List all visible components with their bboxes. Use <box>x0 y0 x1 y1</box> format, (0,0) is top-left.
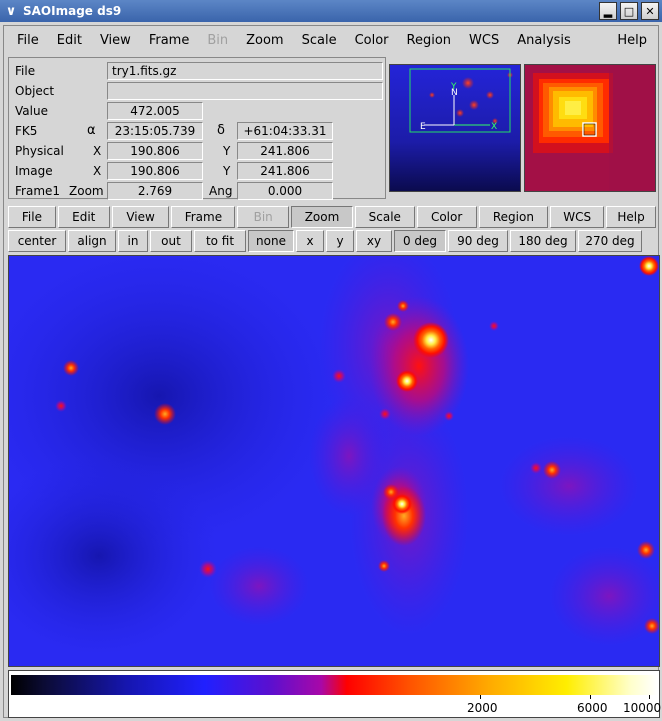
window-frame: File Edit View Frame Bin Zoom Scale Colo… <box>0 22 662 721</box>
magnifier <box>524 64 656 192</box>
rotate-270-button[interactable]: 270 deg <box>578 230 642 252</box>
object-value <box>107 82 383 100</box>
window-title: SAOImage ds9 <box>23 4 122 18</box>
menu-frame[interactable]: Frame <box>140 30 199 52</box>
btn-zoom[interactable]: Zoom <box>291 206 353 228</box>
image-y-value: 241.806 <box>237 162 333 180</box>
object-label: Object <box>15 84 55 98</box>
zoom-value: 2.769 <box>107 182 203 200</box>
maximize-icon[interactable]: □ <box>620 2 638 20</box>
menu-bar: File Edit View Frame Bin Zoom Scale Colo… <box>8 29 656 53</box>
magnifier-image <box>525 65 655 191</box>
colorbar-label-6000: 6000 <box>577 701 608 715</box>
colorbar-tick <box>480 695 481 699</box>
file-label: File <box>15 64 36 78</box>
zoom-center-button[interactable]: center <box>8 230 66 252</box>
window-menu-icon[interactable]: ∨ <box>2 2 20 20</box>
menu-help[interactable]: Help <box>608 30 656 52</box>
angle-label: Ang <box>209 184 233 198</box>
physical-y-value: 241.806 <box>237 142 333 160</box>
image-canvas[interactable] <box>8 255 660 667</box>
pixel-value: 472.005 <box>107 102 203 120</box>
panner-y-label: Y <box>450 82 457 92</box>
value-label: Value <box>15 104 48 118</box>
angle-value: 0.000 <box>237 182 333 200</box>
zoom-align-button[interactable]: align <box>68 230 116 252</box>
menu-region[interactable]: Region <box>398 30 461 52</box>
physical-x-label: X <box>93 144 102 158</box>
frame-label: Frame1 <box>15 184 61 198</box>
orient-y-button[interactable]: y <box>326 230 354 252</box>
alpha-symbol: α <box>87 123 96 138</box>
rotate-0-button[interactable]: 0 deg <box>394 230 446 252</box>
btn-wcs[interactable]: WCS <box>550 206 605 228</box>
zoom-label: Zoom <box>69 184 104 198</box>
menu-analysis[interactable]: Analysis <box>508 30 580 52</box>
menu-zoom[interactable]: Zoom <box>237 30 292 52</box>
menu-color[interactable]: Color <box>346 30 398 52</box>
menu-wcs[interactable]: WCS <box>460 30 508 52</box>
zoom-out-button[interactable]: out <box>150 230 192 252</box>
image-label: Image <box>15 164 53 178</box>
physical-label: Physical <box>15 144 64 158</box>
btn-bin[interactable]: Bin <box>237 206 290 228</box>
rotate-180-button[interactable]: 180 deg <box>510 230 576 252</box>
zoom-button-bar: center align in out to fit none x y xy 0… <box>8 230 658 254</box>
orient-xy-button[interactable]: xy <box>356 230 392 252</box>
colorbar[interactable]: 2000 6000 10000 <box>8 670 662 718</box>
btn-view[interactable]: View <box>111 206 170 228</box>
panner-east-label: E <box>420 122 426 132</box>
btn-frame[interactable]: Frame <box>171 206 236 228</box>
dec-value: +61:04:33.31 <box>237 122 333 140</box>
panner[interactable]: E N Y X <box>389 64 521 192</box>
window-content: File Edit View Frame Bin Zoom Scale Colo… <box>3 25 662 718</box>
zoom-in-button[interactable]: in <box>118 230 148 252</box>
menu-view[interactable]: View <box>91 30 140 52</box>
colorbar-label-10000: 10000 <box>623 701 662 715</box>
btn-edit[interactable]: Edit <box>57 206 110 228</box>
image-y-label: Y <box>223 164 231 178</box>
close-icon[interactable]: ✕ <box>641 2 659 20</box>
orient-none-button[interactable]: none <box>248 230 294 252</box>
minimize-icon[interactable]: ▂ <box>599 2 617 20</box>
fits-image <box>9 256 659 666</box>
menu-scale[interactable]: Scale <box>293 30 346 52</box>
ra-value: 23:15:05.739 <box>107 122 203 140</box>
btn-region[interactable]: Region <box>478 206 549 228</box>
colorbar-tick <box>649 695 650 699</box>
menu-file[interactable]: File <box>8 30 48 52</box>
rotate-90-button[interactable]: 90 deg <box>448 230 508 252</box>
physical-y-label: Y <box>223 144 231 158</box>
btn-help[interactable]: Help <box>606 206 656 228</box>
physical-x-value: 190.806 <box>107 142 203 160</box>
btn-file[interactable]: File <box>8 206 56 228</box>
info-panel: File try1.fits.gz Object Value 472.005 F… <box>8 57 386 200</box>
menu-edit[interactable]: Edit <box>48 30 91 52</box>
file-value: try1.fits.gz <box>107 62 383 80</box>
colorbar-tick <box>590 695 591 699</box>
fk5-label: FK5 <box>15 124 38 138</box>
image-x-value: 190.806 <box>107 162 203 180</box>
title-bar[interactable]: ∨ SAOImage ds9 ▂ □ ✕ <box>0 0 662 22</box>
zoom-to-fit-button[interactable]: to fit <box>194 230 246 252</box>
image-x-label: X <box>93 164 102 178</box>
menu-bin[interactable]: Bin <box>198 30 237 52</box>
btn-color[interactable]: Color <box>416 206 477 228</box>
btn-scale[interactable]: Scale <box>354 206 415 228</box>
panner-x-label: X <box>491 122 497 132</box>
orient-x-button[interactable]: x <box>296 230 324 252</box>
button-bar: File Edit View Frame Bin Zoom Scale Colo… <box>8 206 658 230</box>
panner-image: E N Y X <box>390 65 520 191</box>
colorbar-gradient <box>11 675 657 695</box>
delta-symbol: δ <box>217 123 225 138</box>
colorbar-label-2000: 2000 <box>467 701 498 715</box>
